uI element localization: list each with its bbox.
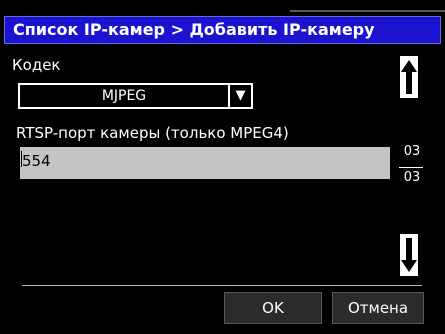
cancel-button[interactable]: Отмена bbox=[332, 292, 424, 324]
ok-button[interactable]: OK bbox=[224, 292, 322, 324]
codec-value: MJPEG bbox=[20, 85, 228, 107]
page-current: 03 bbox=[403, 144, 421, 159]
title-bar: Список IP-камер > Добавить IP-камеру bbox=[4, 16, 441, 44]
scroll-down-button[interactable] bbox=[400, 234, 418, 276]
page-total: 03 bbox=[403, 170, 421, 185]
arrow-up-icon bbox=[400, 56, 418, 98]
page-separator bbox=[399, 167, 423, 168]
codec-select[interactable]: MJPEG ▼ bbox=[18, 83, 253, 109]
codec-label: Кодек bbox=[12, 56, 61, 74]
arrow-down-icon bbox=[400, 234, 418, 276]
top-edge bbox=[0, 0, 445, 12]
scroll-up-button[interactable] bbox=[400, 56, 418, 98]
chevron-down-icon[interactable]: ▼ bbox=[230, 85, 251, 107]
rtsp-port-label: RTSP-порт камеры (только MPEG4) bbox=[16, 124, 289, 142]
divider bbox=[22, 285, 422, 286]
rtsp-port-input[interactable]: 554 bbox=[18, 145, 392, 181]
page-title: Список IP-камер > Добавить IP-камеру bbox=[13, 20, 375, 39]
